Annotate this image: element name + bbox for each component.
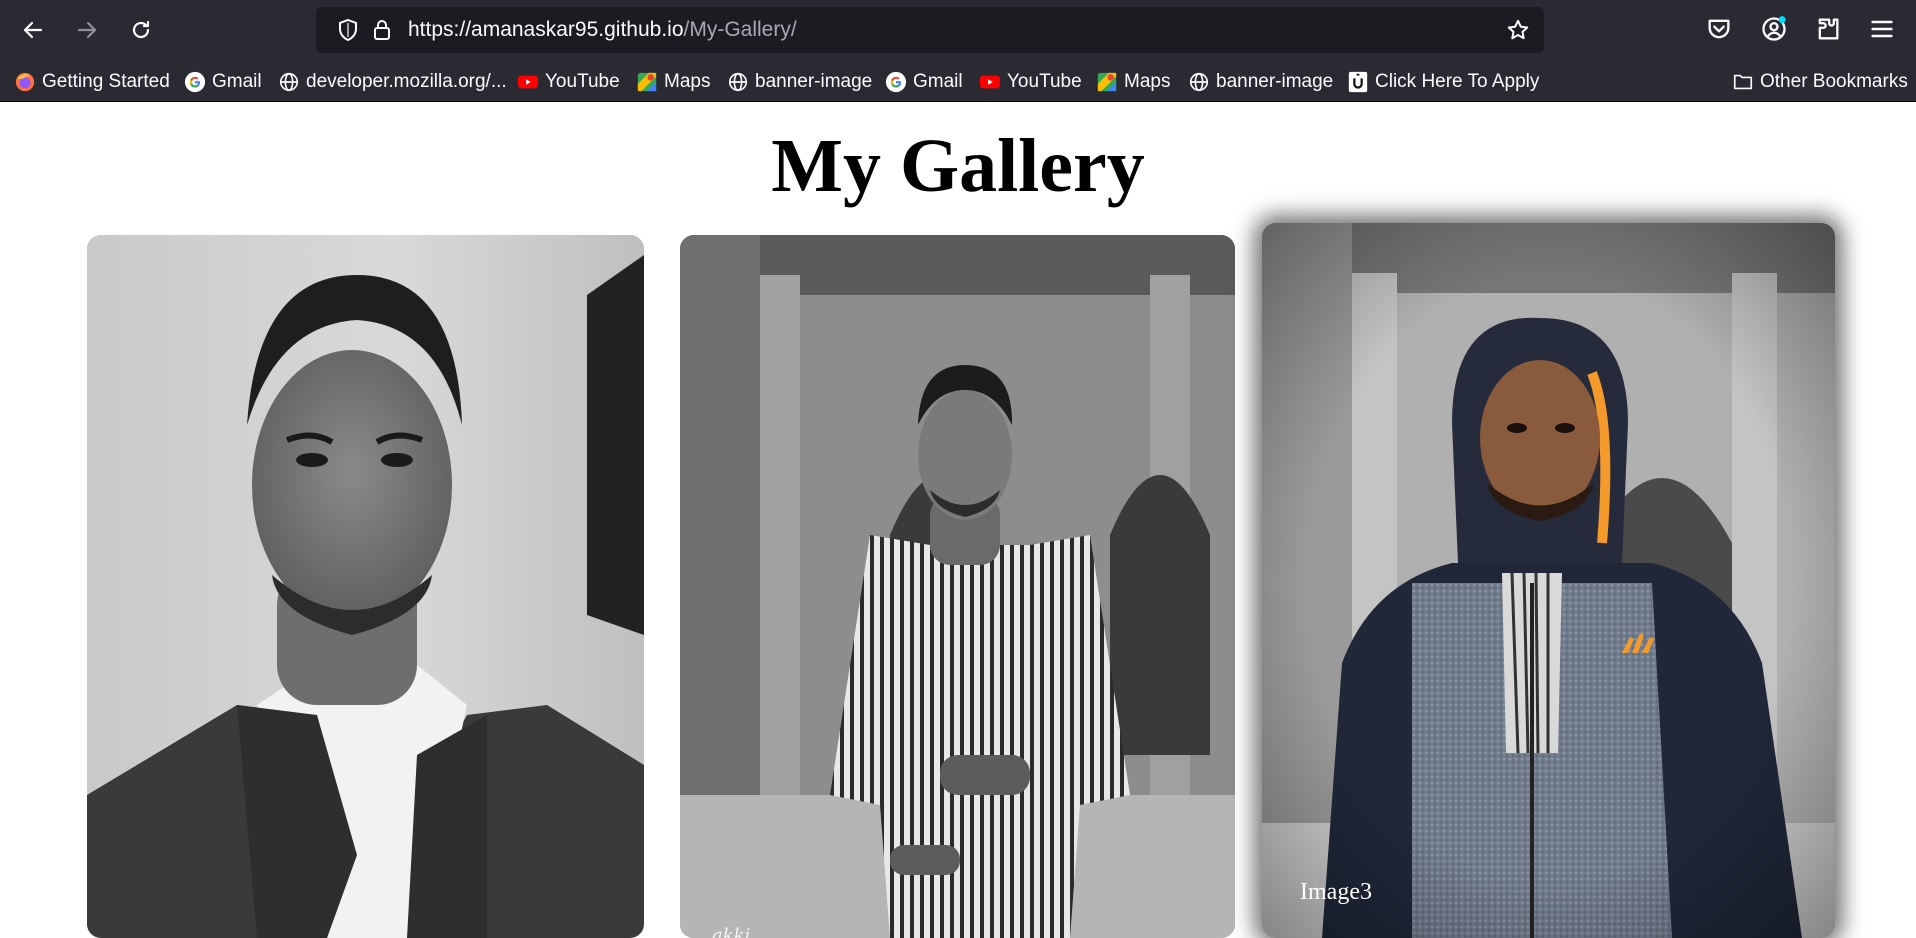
- youtube-icon: [979, 75, 1001, 89]
- card-caption: Image3: [1300, 879, 1372, 905]
- portrait-photo-2: [680, 235, 1235, 938]
- browser-toolbar: https://amanaskar95.github.io/My-Gallery…: [0, 0, 1916, 62]
- back-button[interactable]: [13, 12, 53, 48]
- firefox-icon: [15, 72, 35, 92]
- bookmark-getting-started[interactable]: Getting Started: [14, 68, 170, 96]
- url-text[interactable]: https://amanaskar95.github.io/My-Gallery…: [408, 18, 797, 42]
- maps-icon: [1097, 72, 1117, 92]
- url-bar[interactable]: https://amanaskar95.github.io/My-Gallery…: [316, 7, 1544, 53]
- forward-arrow-icon: [77, 21, 97, 39]
- other-bookmarks-label: Other Bookmarks: [1760, 71, 1908, 92]
- extensions-icon[interactable]: [1814, 15, 1842, 43]
- gallery-card-3[interactable]: Image3: [1262, 223, 1835, 938]
- bookmark-label: YouTube: [1007, 71, 1082, 92]
- bookmark-gmail[interactable]: Gmail: [184, 68, 262, 96]
- bookmark-label: Gmail: [212, 71, 262, 92]
- bookmark-developer-mozilla[interactable]: developer.mozilla.org/...: [278, 68, 507, 96]
- gallery-card-1[interactable]: [87, 235, 644, 938]
- bookmark-label: YouTube: [545, 71, 620, 92]
- bookmark-youtube-2[interactable]: YouTube: [979, 68, 1082, 96]
- lock-icon[interactable]: [370, 18, 394, 42]
- forward-button[interactable]: [67, 12, 107, 48]
- back-arrow-icon: [23, 21, 43, 39]
- reload-button[interactable]: [121, 12, 161, 48]
- pocket-icon[interactable]: [1705, 15, 1733, 43]
- reload-icon: [132, 20, 150, 39]
- bookmark-click-here-to-apply[interactable]: Click Here To Apply: [1347, 68, 1539, 96]
- bookmark-label: Maps: [1124, 71, 1171, 92]
- bookmark-label: developer.mozilla.org/...: [306, 71, 507, 92]
- tracking-shield-icon[interactable]: [336, 18, 360, 42]
- maps-icon: [637, 72, 657, 92]
- page-title: My Gallery: [771, 124, 1145, 208]
- google-icon: [184, 71, 206, 93]
- bookmark-star-icon[interactable]: [1506, 18, 1530, 42]
- menu-icon[interactable]: [1868, 15, 1896, 43]
- bookmark-label: banner-image: [755, 71, 873, 92]
- globe-icon: [279, 72, 299, 92]
- folder-icon: [1733, 74, 1753, 90]
- photo-signature: akki: [712, 925, 751, 938]
- google-icon: [885, 71, 907, 93]
- bookmarks-toolbar: Getting Started Gmail developer.mozilla.…: [0, 62, 1916, 102]
- bookmark-gmail-2[interactable]: Gmail: [885, 68, 963, 96]
- bookmark-maps-2[interactable]: Maps: [1096, 68, 1170, 96]
- bookmark-maps[interactable]: Maps: [636, 68, 710, 96]
- bookmark-label: Getting Started: [42, 71, 170, 92]
- bookmark-banner-image[interactable]: banner-image: [727, 68, 872, 96]
- other-bookmarks-button[interactable]: Other Bookmarks: [1732, 68, 1908, 96]
- bookmark-banner-image-2[interactable]: banner-image: [1188, 68, 1333, 96]
- url-host: https://amanaskar95.github.io: [408, 18, 684, 41]
- globe-icon: [728, 72, 748, 92]
- youtube-icon: [517, 75, 539, 89]
- bookmark-youtube[interactable]: YouTube: [517, 68, 620, 96]
- u-icon: [1348, 71, 1368, 93]
- bookmark-label: banner-image: [1216, 71, 1334, 92]
- portrait-photo-3: [1262, 223, 1835, 938]
- globe-icon: [1189, 72, 1209, 92]
- url-path: /My-Gallery/: [683, 18, 797, 41]
- bookmark-label: Click Here To Apply: [1375, 71, 1540, 92]
- gallery-card-2[interactable]: akki: [680, 235, 1235, 938]
- account-icon[interactable]: [1760, 15, 1788, 43]
- portrait-photo-1: [87, 235, 644, 938]
- bookmark-label: Maps: [664, 71, 711, 92]
- bookmark-label: Gmail: [913, 71, 963, 92]
